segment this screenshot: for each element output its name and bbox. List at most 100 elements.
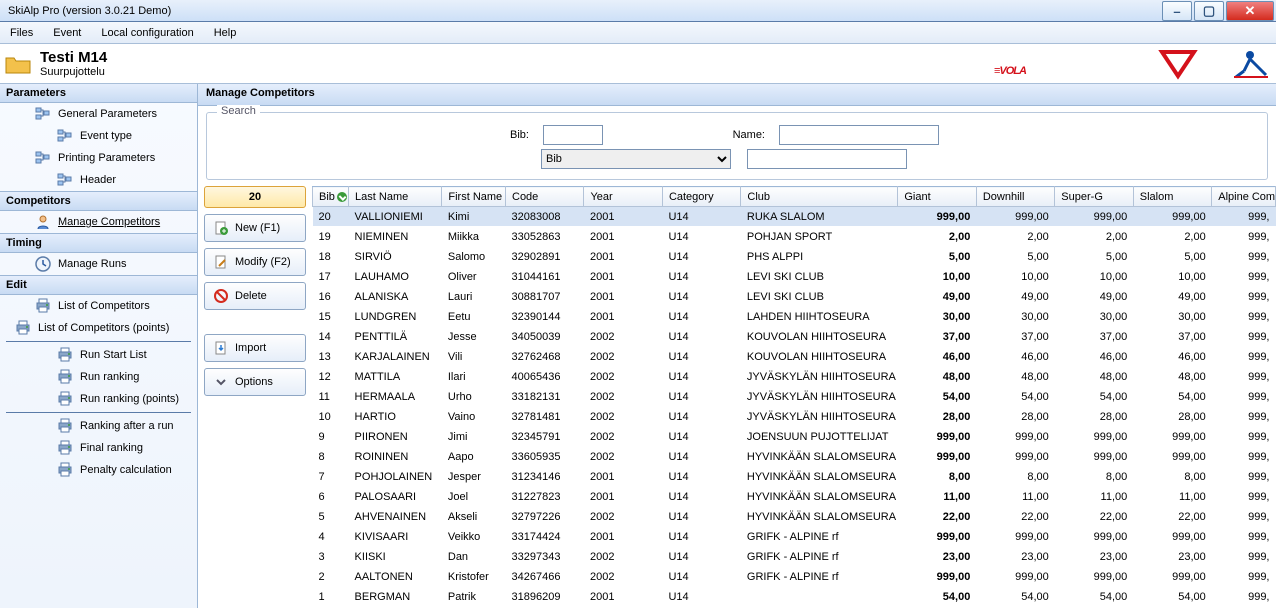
col-downhill[interactable]: Downhill (976, 187, 1054, 207)
sidebar-section-edit[interactable]: Edit (0, 275, 197, 295)
table-row[interactable]: 12MATTILAIlari400654362002U14JYVÄSKYLÄN … (313, 367, 1276, 387)
table-row[interactable]: 18SIRVIÖSalomo329028912001U14PHS ALPPI5,… (313, 247, 1276, 267)
cell-bib: 2 (313, 567, 349, 587)
sidebar-section-parameters[interactable]: Parameters (0, 84, 197, 103)
table-row[interactable]: 5AHVENAINENAkseli327972262002U14HYVINKÄÄ… (313, 507, 1276, 527)
table-row[interactable]: 20VALLIONIEMIKimi320830082001U14RUKA SLA… (313, 207, 1276, 227)
cell-ln: SIRVIÖ (349, 247, 442, 267)
cell-cat: U14 (662, 367, 740, 387)
cell-code: 40065436 (506, 367, 584, 387)
import-label: Import (235, 342, 266, 354)
modify-button[interactable]: Modify (F2) (204, 248, 306, 276)
sidebar-item-manage-runs[interactable]: Manage Runs (0, 253, 197, 275)
sidebar-item-final-ranking[interactable]: Final ranking (0, 437, 197, 459)
col-club[interactable]: Club (741, 187, 898, 207)
table-row[interactable]: 8ROININENAapo336059352002U14HYVINKÄÄN SL… (313, 447, 1276, 467)
table-row[interactable]: 9PIIRONENJimi323457912002U14JOENSUUN PUJ… (313, 427, 1276, 447)
table-row[interactable]: 11HERMAALAUrho331821312002U14JYVÄSKYLÄN … (313, 387, 1276, 407)
table-row[interactable]: 19NIEMINENMiikka330528632001U14POHJAN SP… (313, 227, 1276, 247)
cell-fn: Eetu (442, 307, 506, 327)
cell-sl: 8,00 (1133, 467, 1211, 487)
window-maximize-button[interactable]: ▢ (1194, 1, 1224, 21)
menu-local-configuration[interactable]: Local configuration (91, 27, 203, 39)
table-row[interactable]: 10HARTIOVaino327814812002U14JYVÄSKYLÄN H… (313, 407, 1276, 427)
col-category[interactable]: Category (662, 187, 740, 207)
cell-fn: Lauri (442, 287, 506, 307)
sidebar-item-run-ranking[interactable]: Run ranking (0, 366, 197, 388)
search-legend: Search (217, 105, 260, 117)
col-year[interactable]: Year (584, 187, 662, 207)
col-first-name[interactable]: First Name (442, 187, 506, 207)
sidebar-item-run-ranking-points-[interactable]: Run ranking (points) (0, 388, 197, 410)
cell-g: 54,00 (898, 587, 976, 607)
menu-help[interactable]: Help (204, 27, 247, 39)
sidebar-section-competitors[interactable]: Competitors (0, 191, 197, 211)
col-code[interactable]: Code (506, 187, 584, 207)
cell-d: 11,00 (976, 487, 1054, 507)
col-last-name[interactable]: Last Name (349, 187, 442, 207)
cell-bib: 14 (313, 327, 349, 347)
col-slalom[interactable]: Slalom (1133, 187, 1211, 207)
sidebar-item-header[interactable]: Header (0, 169, 197, 191)
table-row[interactable]: 15LUNDGRENEetu323901442001U14LAHDEN HIIH… (313, 307, 1276, 327)
sidebar-item-event-type[interactable]: Event type (0, 125, 197, 147)
cell-s: 999,00 (1055, 527, 1133, 547)
table-row[interactable]: 17LAUHAMOOliver310441612001U14LEVI SKI C… (313, 267, 1276, 287)
options-button[interactable]: Options (204, 368, 306, 396)
cell-ac: 999, (1212, 387, 1276, 407)
table-row[interactable]: 13KARJALAINENVili327624682002U14KOUVOLAN… (313, 347, 1276, 367)
col-giant[interactable]: Giant (898, 187, 976, 207)
cell-s: 5,00 (1055, 247, 1133, 267)
table-row[interactable]: 3KIISKIDan332973432002U14GRIFK - ALPINE … (313, 547, 1276, 567)
sidebar-item-ranking-after-a-run[interactable]: Ranking after a run (0, 415, 197, 437)
cell-d: 999,00 (976, 567, 1054, 587)
sidebar-item-label: Run ranking (80, 371, 139, 383)
sidebar-item-manage-competitors[interactable]: Manage Competitors (0, 211, 197, 233)
col-super-g[interactable]: Super-G (1055, 187, 1133, 207)
cell-s: 999,00 (1055, 567, 1133, 587)
name-input[interactable] (779, 125, 939, 145)
table-row[interactable]: 1BERGMANPatrik318962092001U1454,0054,005… (313, 587, 1276, 607)
sidebar-item-printing-parameters[interactable]: Printing Parameters (0, 147, 197, 169)
sidebar-item-label: Final ranking (80, 442, 143, 454)
sidebar-item-penalty-calculation[interactable]: Penalty calculation (0, 459, 197, 481)
search-field-select[interactable]: Bib (541, 149, 731, 169)
cell-s: 49,00 (1055, 287, 1133, 307)
sidebar-section-timing[interactable]: Timing (0, 233, 197, 253)
cell-bib: 3 (313, 547, 349, 567)
menu-event[interactable]: Event (43, 27, 91, 39)
cell-yr: 2001 (584, 307, 662, 327)
new-button[interactable]: New (F1) (204, 214, 306, 242)
table-row[interactable]: 2AALTONENKristofer342674662002U14GRIFK -… (313, 567, 1276, 587)
competitors-table-wrap[interactable]: BibLast NameFirst NameCodeYearCategoryCl… (312, 186, 1276, 608)
import-button[interactable]: Import (204, 334, 306, 362)
menu-files[interactable]: Files (0, 27, 43, 39)
window-close-button[interactable]: ✕ (1226, 1, 1274, 21)
table-row[interactable]: 4KIVISAARIVeikko331744242001U14GRIFK - A… (313, 527, 1276, 547)
cell-g: 23,00 (898, 547, 976, 567)
bib-input[interactable] (543, 125, 603, 145)
person-icon (34, 214, 52, 230)
table-row[interactable]: 14PENTTILÄJesse340500392002U14KOUVOLAN H… (313, 327, 1276, 347)
table-row[interactable]: 7POHJOLAINENJesper312341462001U14HYVINKÄ… (313, 467, 1276, 487)
cell-cat: U14 (662, 287, 740, 307)
cell-ln: KARJALAINEN (349, 347, 442, 367)
table-row[interactable]: 16ALANISKALauri308817072001U14LEVI SKI C… (313, 287, 1276, 307)
table-row[interactable]: 6PALOSAARIJoel312278232001U14HYVINKÄÄN S… (313, 487, 1276, 507)
sidebar-item-general-parameters[interactable]: General Parameters (0, 103, 197, 125)
sidebar-item-run-start-list[interactable]: Run Start List (0, 344, 197, 366)
col-bib[interactable]: Bib (313, 187, 349, 207)
window-minimize-button[interactable]: – (1162, 1, 1192, 21)
cell-club: JYVÄSKYLÄN HIIHTOSEURA (741, 387, 898, 407)
cell-yr: 2002 (584, 427, 662, 447)
sidebar-item-list-of-competitors-points-[interactable]: List of Competitors (points) (0, 317, 197, 339)
cell-club: LEVI SKI CLUB (741, 287, 898, 307)
search-value-input[interactable] (747, 149, 907, 169)
cell-yr: 2002 (584, 367, 662, 387)
cell-ln: PIIRONEN (349, 427, 442, 447)
cell-s: 11,00 (1055, 487, 1133, 507)
col-alpine-coml[interactable]: Alpine Coml (1212, 187, 1276, 207)
cell-club: LAHDEN HIIHTOSEURA (741, 307, 898, 327)
sidebar-item-list-of-competitors[interactable]: List of Competitors (0, 295, 197, 317)
delete-button[interactable]: Delete (204, 282, 306, 310)
